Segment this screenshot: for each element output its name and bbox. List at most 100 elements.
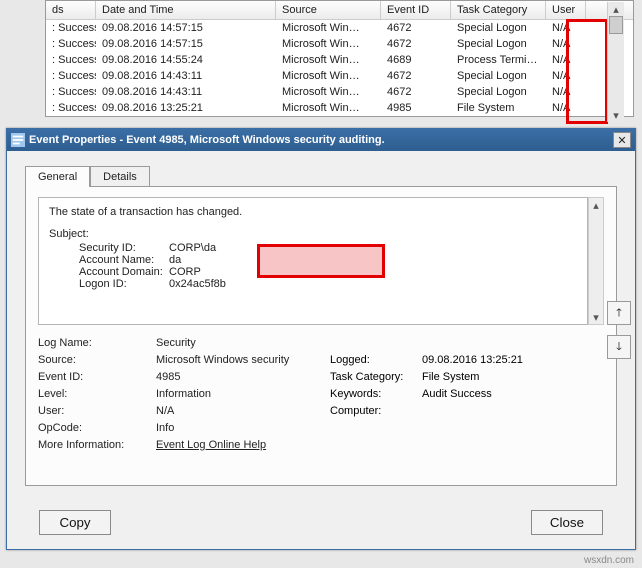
- cell-datetime: 09.08.2016 14:43:11: [96, 84, 276, 100]
- cell-taskcat: Special Logon: [451, 84, 546, 100]
- security-id-value: CORP\da: [169, 242, 216, 254]
- event-properties-dialog: Event Properties - Event 4985, Microsoft…: [6, 128, 636, 550]
- arrow-down-icon: 🡓: [616, 338, 622, 357]
- col-taskcat[interactable]: Task Category: [451, 1, 546, 19]
- source-label: Source:: [38, 354, 156, 366]
- logged-value: 09.08.2016 13:25:21: [422, 354, 523, 366]
- col-eventid[interactable]: Event ID: [381, 1, 451, 19]
- col-datetime[interactable]: Date and Time: [96, 1, 276, 19]
- table-row[interactable]: : Success09.08.2016 14:43:11Microsoft Wi…: [46, 68, 633, 84]
- event-id-value: 4985: [156, 371, 180, 383]
- logon-id-value: 0x24ac5f8b: [169, 278, 226, 290]
- user-value: N/A: [156, 405, 174, 417]
- task-cat-value: File System: [422, 371, 479, 383]
- event-list-header: ds Date and Time Source Event ID Task Ca…: [46, 1, 633, 20]
- cell-eventid: 4689: [381, 52, 451, 68]
- tab-general[interactable]: General: [25, 166, 90, 187]
- security-id-label: Security ID:: [49, 242, 169, 254]
- event-message: The state of a transaction has changed.: [49, 206, 577, 218]
- cell-keywords: : Success: [46, 84, 96, 100]
- account-name-value: da: [169, 254, 181, 266]
- highlight-subject-redaction: [257, 244, 385, 278]
- col-keywords[interactable]: ds: [46, 1, 96, 19]
- cell-taskcat: Special Logon: [451, 36, 546, 52]
- table-row[interactable]: : Success09.08.2016 13:25:21Microsoft Wi…: [46, 100, 633, 116]
- event-list-scrollbar[interactable]: ▴ ▾: [607, 2, 624, 122]
- level-value: Information: [156, 388, 211, 400]
- cell-eventid: 4985: [381, 100, 451, 116]
- highlight-user-column: [566, 19, 608, 124]
- keywords-label: Keywords:: [330, 388, 422, 400]
- log-name-label: Log Name:: [38, 337, 156, 349]
- account-domain-label: Account Domain:: [49, 266, 169, 278]
- table-row[interactable]: : Success09.08.2016 14:55:24Microsoft Wi…: [46, 52, 633, 68]
- cell-datetime: 09.08.2016 14:43:11: [96, 68, 276, 84]
- event-description-panel: The state of a transaction has changed. …: [38, 197, 588, 325]
- col-source[interactable]: Source: [276, 1, 381, 19]
- cell-taskcat: Process Termi…: [451, 52, 546, 68]
- cell-source: Microsoft Win…: [276, 36, 381, 52]
- cell-taskcat: File System: [451, 100, 546, 116]
- dialog-titlebar[interactable]: Event Properties - Event 4985, Microsoft…: [7, 129, 635, 151]
- scroll-down-icon[interactable]: ▾: [589, 310, 603, 324]
- cell-source: Microsoft Win…: [276, 20, 381, 36]
- source-value: Microsoft Windows security: [156, 354, 289, 366]
- opcode-label: OpCode:: [38, 422, 156, 434]
- cell-eventid: 4672: [381, 84, 451, 100]
- arrow-up-icon: 🡑: [616, 304, 622, 323]
- col-user[interactable]: User: [546, 1, 586, 19]
- prev-event-button[interactable]: 🡑: [607, 301, 631, 325]
- log-name-value: Security: [156, 337, 196, 349]
- more-info-label: More Information:: [38, 439, 156, 451]
- table-row[interactable]: : Success09.08.2016 14:57:15Microsoft Wi…: [46, 36, 633, 52]
- cell-taskcat: Special Logon: [451, 20, 546, 36]
- event-id-label: Event ID:: [38, 371, 156, 383]
- opcode-value: Info: [156, 422, 174, 434]
- cell-datetime: 09.08.2016 13:25:21: [96, 100, 276, 116]
- cell-keywords: : Success: [46, 100, 96, 116]
- cell-source: Microsoft Win…: [276, 84, 381, 100]
- cell-eventid: 4672: [381, 36, 451, 52]
- cell-source: Microsoft Win…: [276, 52, 381, 68]
- task-cat-label: Task Category:: [330, 371, 422, 383]
- cell-keywords: : Success: [46, 68, 96, 84]
- logged-label: Logged:: [330, 354, 422, 366]
- copy-button[interactable]: Copy: [39, 510, 111, 535]
- dialog-close-button[interactable]: ✕: [613, 132, 631, 148]
- next-event-button[interactable]: 🡓: [607, 335, 631, 359]
- description-scrollbar[interactable]: ▴ ▾: [588, 197, 604, 325]
- cell-taskcat: Special Logon: [451, 68, 546, 84]
- table-row[interactable]: : Success09.08.2016 14:57:15Microsoft Wi…: [46, 20, 633, 36]
- scroll-up-icon[interactable]: ▴: [608, 2, 624, 16]
- user-label: User:: [38, 405, 156, 417]
- keywords-value: Audit Success: [422, 388, 492, 400]
- cell-datetime: 09.08.2016 14:55:24: [96, 52, 276, 68]
- cell-keywords: : Success: [46, 36, 96, 52]
- account-domain-value: CORP: [169, 266, 201, 278]
- computer-label: Computer:: [330, 405, 422, 417]
- scroll-thumb[interactable]: [609, 16, 623, 34]
- scroll-up-icon[interactable]: ▴: [589, 198, 603, 212]
- cell-source: Microsoft Win…: [276, 68, 381, 84]
- event-fields: Log Name:Security Source:Microsoft Windo…: [38, 337, 604, 456]
- table-row[interactable]: : Success09.08.2016 14:43:11Microsoft Wi…: [46, 84, 633, 100]
- event-log-online-help-link[interactable]: Event Log Online Help: [156, 439, 266, 451]
- account-name-label: Account Name:: [49, 254, 169, 266]
- cell-keywords: : Success: [46, 52, 96, 68]
- tab-details[interactable]: Details: [90, 166, 150, 187]
- scroll-down-icon[interactable]: ▾: [608, 108, 624, 122]
- close-button[interactable]: Close: [531, 510, 603, 535]
- cell-datetime: 09.08.2016 14:57:15: [96, 20, 276, 36]
- event-icon: [11, 133, 25, 147]
- cell-keywords: : Success: [46, 20, 96, 36]
- subject-label: Subject:: [49, 228, 577, 240]
- cell-eventid: 4672: [381, 68, 451, 84]
- cell-datetime: 09.08.2016 14:57:15: [96, 36, 276, 52]
- dialog-title: Event Properties - Event 4985, Microsoft…: [29, 134, 613, 146]
- cell-eventid: 4672: [381, 20, 451, 36]
- event-list[interactable]: ds Date and Time Source Event ID Task Ca…: [45, 0, 634, 117]
- tab-body: The state of a transaction has changed. …: [25, 186, 617, 486]
- cell-source: Microsoft Win…: [276, 100, 381, 116]
- logon-id-label: Logon ID:: [49, 278, 169, 290]
- watermark: wsxdn.com: [584, 555, 634, 566]
